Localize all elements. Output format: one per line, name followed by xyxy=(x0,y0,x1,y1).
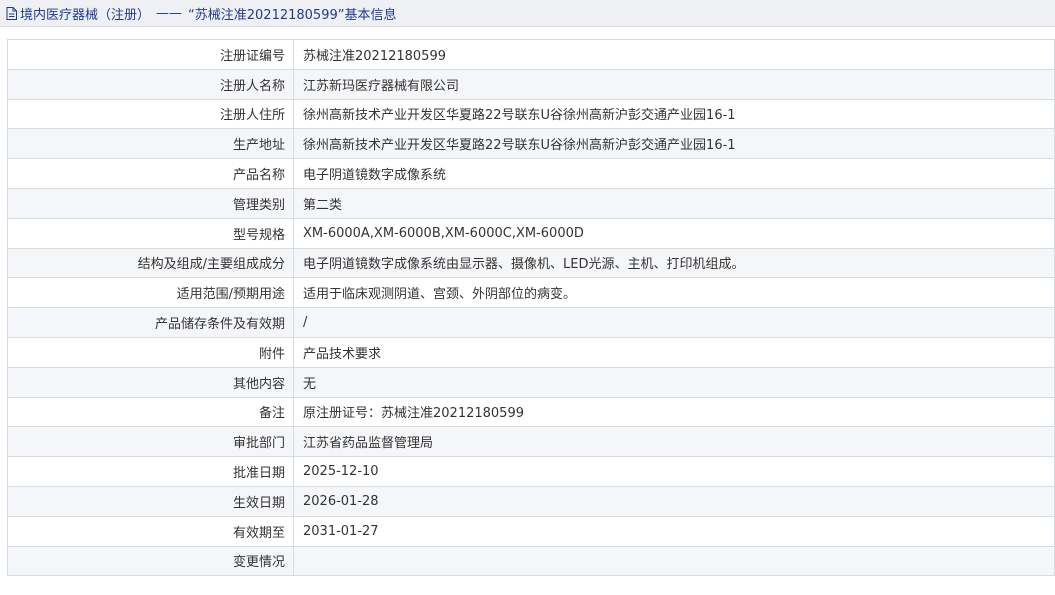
table-row: 结构及组成/主要组成成分 电子阴道镜数字成像系统由显示器、摄像机、LED光源、主机… xyxy=(7,247,1055,279)
field-label: 批准日期 xyxy=(7,456,294,487)
table-row: 附件 产品技术要求 xyxy=(7,336,1055,368)
field-label: 注册证编号 xyxy=(7,39,294,70)
field-value: 江苏新玛医疗器械有限公司 xyxy=(293,68,1055,100)
field-value: 产品技术要求 xyxy=(293,336,1055,368)
table-row: 管理类别 第二类 xyxy=(7,187,1055,219)
field-value: 电子阴道镜数字成像系统由显示器、摄像机、LED光源、主机、打印机组成。 xyxy=(293,247,1055,279)
field-label: 型号规格 xyxy=(7,217,294,249)
table-row: 批准日期 2025-12-10 xyxy=(7,456,1055,487)
field-label: 备注 xyxy=(7,396,294,428)
field-value: 无 xyxy=(293,366,1055,398)
field-label: 有效期至 xyxy=(7,515,294,547)
field-value: 2031-01-27 xyxy=(293,515,1055,547)
table-row: 产品名称 电子阴道镜数字成像系统 xyxy=(7,158,1055,189)
table-row: 备注 原注册证号：苏械注准20212180599 xyxy=(7,396,1055,428)
detail-table-container: 注册证编号 苏械注准20212180599 注册人名称 江苏新玛医疗器械有限公司 注… xyxy=(7,39,1055,577)
field-label: 结构及组成/主要组成成分 xyxy=(7,247,294,279)
table-row: 型号规格 XM-6000A,XM-6000B,XM-6000C,XM-6000D xyxy=(7,217,1055,249)
table-row: 适用范围/预期用途 适用于临床观测阴道、宫颈、外阴部位的病变。 xyxy=(7,277,1055,309)
field-value: 第二类 xyxy=(293,187,1055,219)
field-label: 管理类别 xyxy=(7,187,294,219)
field-label: 其他内容 xyxy=(7,366,294,398)
field-value: 苏械注准20212180599 xyxy=(293,39,1055,70)
table-row: 注册人名称 江苏新玛医疗器械有限公司 xyxy=(7,68,1055,100)
field-label: 附件 xyxy=(7,336,294,368)
field-value: / xyxy=(293,307,1055,338)
field-value: 适用于临床观测阴道、宫颈、外阴部位的病变。 xyxy=(293,277,1055,309)
field-label: 产品名称 xyxy=(7,158,294,189)
field-label: 注册人住所 xyxy=(7,98,294,130)
field-value: 2025-12-10 xyxy=(293,456,1055,487)
field-value: 徐州高新技术产业开发区华夏路22号联东U谷徐州高新沪彭交通产业园16-1 xyxy=(293,128,1055,160)
document-icon xyxy=(6,6,17,20)
field-label: 变更情况 xyxy=(7,545,294,577)
field-label: 生产地址 xyxy=(7,128,294,160)
field-label: 适用范围/预期用途 xyxy=(7,277,294,309)
field-value: 江苏省药品监督管理局 xyxy=(293,426,1055,458)
field-value: 原注册证号：苏械注准20212180599 xyxy=(293,396,1055,428)
record-title: “苏械注准20212180599”基本信息 xyxy=(188,7,397,23)
table-row: 其他内容无 xyxy=(7,366,1055,398)
table-row: 产品储存条件及有效期 / xyxy=(7,307,1055,338)
table-row: 注册证编号 苏械注准20212180599 xyxy=(7,39,1055,70)
table-row: 有效期至 2031-01-27 xyxy=(7,515,1055,547)
table-row: 生产地址 徐州高新技术产业开发区华夏路22号联东U谷徐州高新沪彭交通产业园16-1 xyxy=(7,128,1055,160)
detail-table: 注册证编号 苏械注准20212180599 注册人名称 江苏新玛医疗器械有限公司 注… xyxy=(7,39,1055,577)
table-row: 生效日期 2026-01-28 xyxy=(7,485,1055,517)
field-label: 产品储存条件及有效期 xyxy=(7,307,294,338)
page-title-bar: 境内医疗器械（注册） —— “苏械注准20212180599”基本信息 xyxy=(0,0,1055,27)
field-label: 审批部门 xyxy=(7,426,294,458)
field-value: 徐州高新技术产业开发区华夏路22号联东U谷徐州高新沪彭交通产业园16-1 xyxy=(293,98,1055,130)
field-value xyxy=(293,545,1055,577)
field-label: 注册人名称 xyxy=(7,68,294,100)
table-row: 注册人住所 徐州高新技术产业开发区华夏路22号联东U谷徐州高新沪彭交通产业园16-… xyxy=(7,98,1055,130)
table-row: 审批部门 江苏省药品监督管理局 xyxy=(7,426,1055,458)
title-separator: —— xyxy=(156,5,183,21)
table-row: 变更情况 xyxy=(7,545,1055,577)
field-label: 生效日期 xyxy=(7,485,294,517)
field-value: 2026-01-28 xyxy=(293,485,1055,517)
category-label: 境内医疗器械（注册） xyxy=(20,7,151,23)
field-value: 电子阴道镜数字成像系统 xyxy=(293,158,1055,189)
field-value: XM-6000A,XM-6000B,XM-6000C,XM-6000D xyxy=(293,217,1055,249)
